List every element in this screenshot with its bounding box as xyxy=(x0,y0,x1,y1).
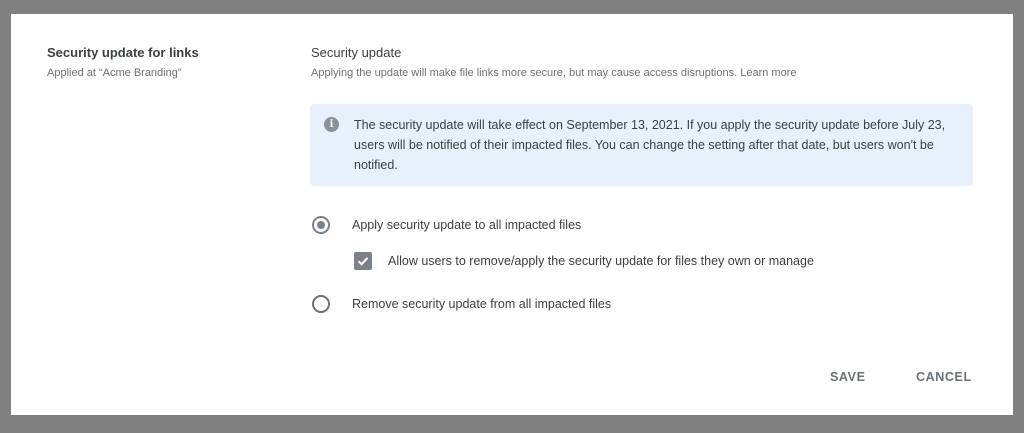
apply-all-radio[interactable] xyxy=(312,216,330,234)
remove-all-label: Remove security update from all impacted… xyxy=(352,297,612,311)
section-description: Applying the update will make file links… xyxy=(311,67,796,79)
remove-all-radio[interactable] xyxy=(312,295,330,313)
cancel-button[interactable]: CANCEL xyxy=(916,370,972,384)
allow-users-checkbox[interactable] xyxy=(354,252,372,270)
apply-all-label: Apply security update to all impacted fi… xyxy=(352,218,582,232)
info-icon: i xyxy=(324,117,339,132)
allow-users-option[interactable]: Allow users to remove/apply the security… xyxy=(354,252,814,270)
section-title: Security update xyxy=(311,45,402,60)
learn-more-link[interactable]: Learn more xyxy=(740,67,796,79)
apply-all-option[interactable]: Apply security update to all impacted fi… xyxy=(312,216,581,234)
section-description-text: Applying the update will make file links… xyxy=(311,67,738,79)
remove-all-option[interactable]: Remove security update from all impacted… xyxy=(312,295,611,313)
info-banner: i The security update will take effect o… xyxy=(310,104,973,186)
allow-users-label: Allow users to remove/apply the security… xyxy=(388,254,814,268)
save-button[interactable]: SAVE xyxy=(830,370,866,384)
settings-card: Security update for links Applied at “Ac… xyxy=(11,14,1013,415)
setting-scope: Applied at “Acme Branding” xyxy=(47,67,182,79)
radio-selected-dot xyxy=(317,221,325,229)
setting-title: Security update for links xyxy=(47,45,199,60)
info-text: The security update will take effect on … xyxy=(354,118,946,172)
checkmark-icon xyxy=(357,257,369,266)
